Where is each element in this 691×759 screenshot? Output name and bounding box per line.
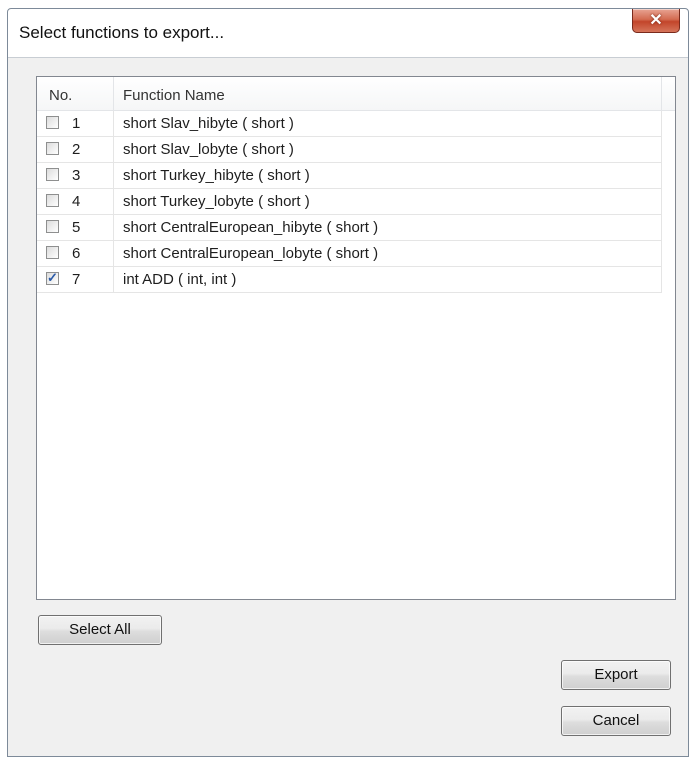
- cell-no: 7: [37, 267, 114, 292]
- function-name: short CentralEuropean_hibyte ( short ): [114, 215, 662, 240]
- function-name: short CentralEuropean_lobyte ( short ): [114, 241, 662, 266]
- cancel-button[interactable]: Cancel: [561, 706, 671, 736]
- function-name: short Slav_lobyte ( short ): [114, 137, 662, 162]
- cell-no: 6: [37, 241, 114, 266]
- function-name: short Slav_hibyte ( short ): [114, 111, 662, 136]
- dialog-body: No. Function Name 1 short Slav_hibyte ( s…: [8, 57, 688, 756]
- row-number: 3: [72, 167, 81, 184]
- export-button[interactable]: Export: [561, 660, 671, 690]
- list-item[interactable]: 7 int ADD ( int, int ): [37, 267, 662, 293]
- title-bar[interactable]: Select functions to export... ✕: [8, 9, 688, 57]
- function-name: int ADD ( int, int ): [114, 267, 662, 292]
- cell-no: 2: [37, 137, 114, 162]
- list-header: No. Function Name: [37, 77, 675, 111]
- checkbox[interactable]: [46, 168, 59, 181]
- checkbox[interactable]: [46, 116, 59, 129]
- list-item[interactable]: 2 short Slav_lobyte ( short ): [37, 137, 662, 163]
- column-header-no[interactable]: No.: [37, 77, 114, 110]
- list-item[interactable]: 1 short Slav_hibyte ( short ): [37, 111, 662, 137]
- close-button[interactable]: ✕: [632, 9, 680, 33]
- checkbox[interactable]: [46, 142, 59, 155]
- function-name: short Turkey_lobyte ( short ): [114, 189, 662, 214]
- row-number: 6: [72, 245, 81, 262]
- row-number: 7: [72, 271, 81, 288]
- row-number: 1: [72, 115, 81, 132]
- dialog-title: Select functions to export...: [19, 23, 225, 42]
- list-item[interactable]: 6 short CentralEuropean_lobyte ( short ): [37, 241, 662, 267]
- checkbox[interactable]: [46, 194, 59, 207]
- checkbox-checked[interactable]: [46, 270, 59, 286]
- checkbox[interactable]: [46, 220, 59, 233]
- function-list: No. Function Name 1 short Slav_hibyte ( s…: [36, 76, 676, 600]
- row-number: 5: [72, 219, 81, 236]
- cell-no: 5: [37, 215, 114, 240]
- checkbox[interactable]: [46, 246, 59, 259]
- select-all-button[interactable]: Select All: [38, 615, 162, 645]
- cell-no: 3: [37, 163, 114, 188]
- cell-no: 1: [37, 111, 114, 136]
- cell-no: 4: [37, 189, 114, 214]
- function-name: short Turkey_hibyte ( short ): [114, 163, 662, 188]
- list-item[interactable]: 5 short CentralEuropean_hibyte ( short ): [37, 215, 662, 241]
- row-number: 4: [72, 193, 81, 210]
- list-item[interactable]: 3 short Turkey_hibyte ( short ): [37, 163, 662, 189]
- export-dialog: Select functions to export... ✕ No. Func…: [7, 8, 689, 757]
- row-number: 2: [72, 141, 81, 158]
- column-header-function-name[interactable]: Function Name: [114, 77, 662, 110]
- close-icon: ✕: [649, 12, 663, 29]
- list-item[interactable]: 4 short Turkey_lobyte ( short ): [37, 189, 662, 215]
